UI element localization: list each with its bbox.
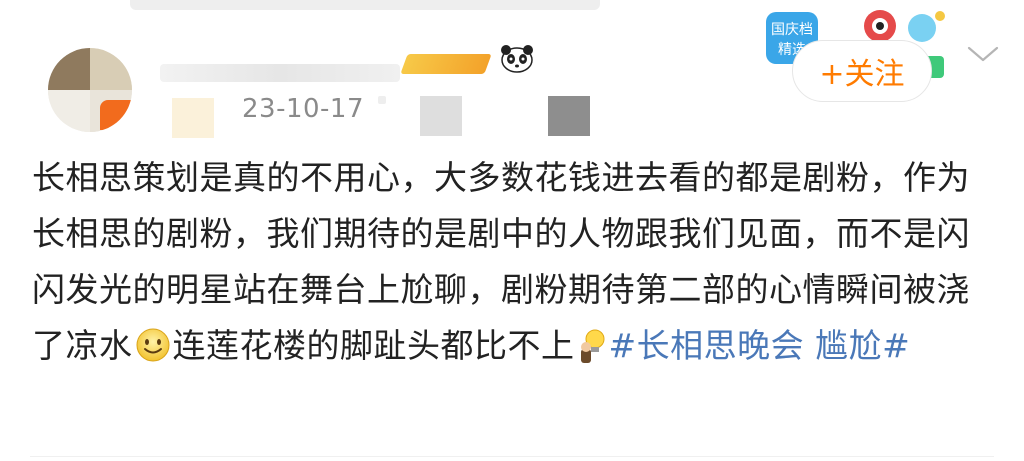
username-redacted[interactable] <box>160 64 400 82</box>
post-time: 23-10-17 <box>242 94 365 124</box>
follow-button[interactable]: +关注 <box>792 40 932 102</box>
hashtag-link[interactable]: 尴尬# <box>815 326 910 365</box>
chevron-down-icon[interactable] <box>966 44 1000 64</box>
avatar-pixel <box>48 48 90 90</box>
hashtag-link[interactable]: #长相思晚会 <box>609 326 805 365</box>
redacted-block <box>378 96 386 104</box>
level-badge <box>400 54 492 74</box>
redacted-block <box>420 96 462 136</box>
top-divider <box>130 0 600 10</box>
post-text: 连莲花楼的脚趾头都比不上 <box>172 326 575 365</box>
avatar[interactable] <box>48 48 132 132</box>
bottom-divider <box>30 456 994 457</box>
redacted-block <box>548 96 590 136</box>
avatar-pixel <box>48 90 90 132</box>
badge-text-line1: 国庆档 <box>771 22 813 38</box>
avatar-badge <box>100 100 132 130</box>
post-content: 长相思策划是真的不用心，大多数花钱进去看的都是剧粉，作为长相思的剧粉，我们期待的… <box>32 150 1002 374</box>
avatar-pixel <box>90 48 132 90</box>
lightbulb-emoji-icon <box>580 329 604 363</box>
redacted-block <box>172 98 214 138</box>
panda-icon <box>501 45 533 73</box>
smile-emoji-icon <box>136 328 169 362</box>
